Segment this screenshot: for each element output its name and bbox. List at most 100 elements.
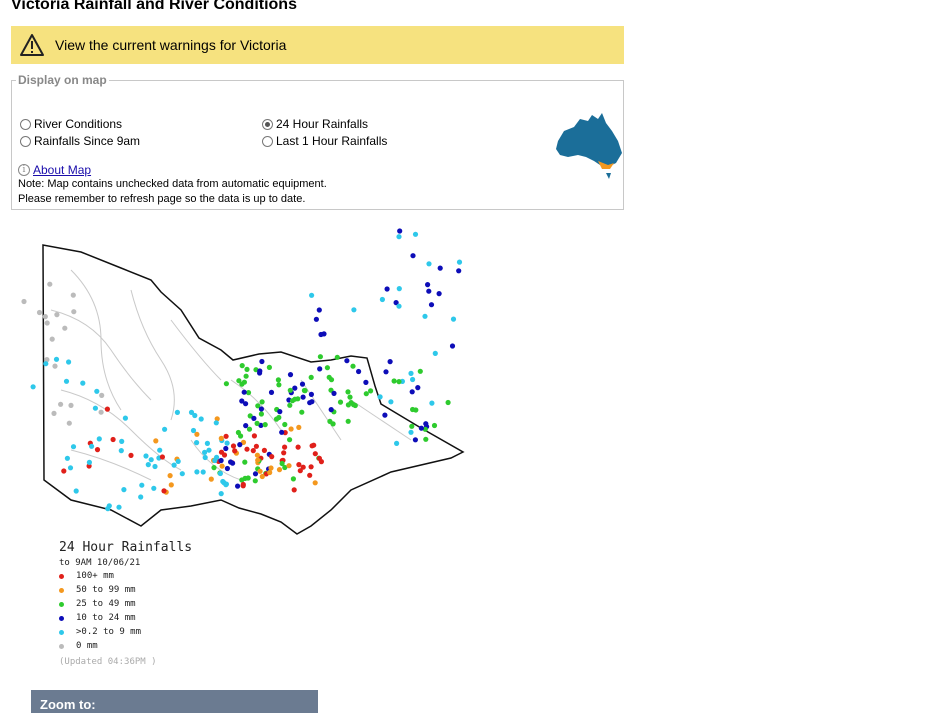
rain-gauge-dot[interactable] (104, 406, 110, 412)
rain-gauge-dot[interactable] (224, 440, 230, 446)
rain-gauge-dot[interactable] (431, 422, 438, 429)
rain-gauge-dot[interactable] (70, 444, 77, 450)
rain-gauge-dot[interactable] (313, 316, 319, 322)
rain-gauge-dot[interactable] (316, 455, 322, 461)
rain-gauge-dot[interactable] (70, 292, 76, 298)
rain-gauge-dot[interactable] (351, 307, 357, 313)
rain-gauge-dot[interactable] (175, 458, 181, 464)
rain-gauge-dot[interactable] (300, 394, 306, 400)
rain-gauge-dot[interactable] (213, 420, 219, 426)
rain-gauge-dot[interactable] (345, 418, 351, 424)
rain-gauge-dot[interactable] (301, 387, 307, 394)
option-24-hour-rainfalls[interactable]: 24 Hour Rainfalls (262, 117, 368, 131)
about-map[interactable]: i About Map (18, 163, 91, 177)
rain-gauge-dot[interactable] (449, 343, 456, 349)
rain-gauge-dot[interactable] (347, 394, 353, 400)
rain-gauge-dot[interactable] (426, 288, 432, 294)
rain-gauge-dot[interactable] (253, 443, 259, 449)
rain-gauge-dot[interactable] (300, 464, 306, 470)
rain-gauge-dot[interactable] (337, 399, 344, 405)
rain-gauge-dot[interactable] (387, 359, 393, 365)
rain-gauge-dot[interactable] (287, 402, 293, 408)
rain-gauge-dot[interactable] (410, 406, 416, 413)
rain-gauge-dot[interactable] (243, 401, 249, 407)
rain-gauge-dot[interactable] (388, 399, 394, 405)
rain-gauge-dot[interactable] (206, 447, 212, 453)
rain-gauge-dot[interactable] (99, 392, 105, 398)
rain-gauge-dot[interactable] (252, 471, 259, 477)
rain-gauge-dot[interactable] (262, 422, 268, 428)
rain-gauge-dot[interactable] (287, 387, 293, 393)
rain-gauge-dot[interactable] (258, 406, 264, 412)
rain-gauge-dot[interactable] (44, 320, 50, 326)
rain-gauge-dot[interactable] (279, 460, 285, 467)
rain-gauge-dot[interactable] (145, 462, 151, 468)
rain-gauge-dot[interactable] (412, 231, 419, 237)
rain-gauge-dot[interactable] (410, 376, 416, 383)
rain-gauge-dot[interactable] (331, 390, 337, 396)
rain-gauge-dot[interactable] (179, 471, 185, 477)
rain-gauge-dot[interactable] (106, 503, 112, 509)
rain-gauge-dot[interactable] (316, 307, 322, 313)
rain-gauge-dot[interactable] (261, 447, 267, 453)
rain-gauge-dot[interactable] (167, 473, 173, 479)
rain-gauge-dot[interactable] (94, 447, 101, 453)
rain-gauge-dot[interactable] (290, 476, 296, 482)
rain-gauge-dot[interactable] (159, 454, 165, 460)
rain-gauge-dot[interactable] (257, 368, 263, 374)
about-map-link[interactable]: About Map (33, 163, 91, 177)
rain-gauge-dot[interactable] (223, 482, 229, 488)
rain-gauge-dot[interactable] (252, 478, 258, 484)
rain-gauge-dot[interactable] (66, 359, 72, 365)
rain-gauge-dot[interactable] (334, 354, 340, 360)
rain-gauge-dot[interactable] (110, 436, 116, 443)
rain-gauge-dot[interactable] (21, 298, 27, 305)
rain-gauge-dot[interactable] (409, 423, 415, 429)
rain-gauge-dot[interactable] (317, 366, 323, 372)
rain-gauge-dot[interactable] (192, 412, 198, 419)
rain-gauge-dot[interactable] (224, 465, 230, 472)
rain-gauge-dot[interactable] (200, 469, 206, 475)
rain-gauge-dot[interactable] (432, 350, 438, 356)
rain-gauge-dot[interactable] (217, 470, 223, 477)
rain-gauge-dot[interactable] (318, 331, 324, 338)
rain-gauge-dot[interactable] (194, 469, 200, 475)
rain-gauge-dot[interactable] (309, 292, 315, 298)
rain-gauge-dot[interactable] (282, 444, 288, 450)
rain-gauge-dot[interactable] (259, 399, 265, 405)
rain-gauge-dot[interactable] (148, 457, 154, 463)
rain-gauge-dot[interactable] (308, 391, 314, 397)
rain-gauge-dot[interactable] (422, 313, 428, 319)
rain-gauge-dot[interactable] (259, 473, 265, 480)
rain-gauge-dot[interactable] (240, 483, 246, 489)
rain-gauge-dot[interactable] (168, 482, 174, 488)
rain-gauge-dot[interactable] (391, 378, 397, 384)
rain-gauge-dot[interactable] (228, 459, 234, 465)
rain-gauge-dot[interactable] (242, 475, 248, 481)
rain-gauge-dot[interactable] (269, 454, 275, 460)
rain-gauge-dot[interactable] (410, 253, 416, 259)
rain-gauge-dot[interactable] (308, 374, 314, 380)
rain-gauge-dot[interactable] (423, 436, 429, 442)
rain-gauge-dot[interactable] (445, 399, 451, 406)
rain-gauge-dot[interactable] (223, 433, 229, 439)
rain-gauge-dot[interactable] (426, 261, 432, 267)
rain-gauge-dot[interactable] (317, 354, 323, 360)
rain-gauge-dot[interactable] (286, 463, 292, 469)
rain-gauge-dot[interactable] (408, 429, 414, 435)
rain-gauge-dot[interactable] (257, 468, 263, 474)
rain-gauge-dot[interactable] (266, 364, 272, 370)
rain-gauge-dot[interactable] (255, 457, 261, 463)
rain-gauge-dot[interactable] (202, 454, 208, 461)
rain-gauge-dot[interactable] (243, 373, 249, 379)
rain-gauge-dot[interactable] (417, 368, 423, 374)
rain-gauge-dot[interactable] (299, 381, 306, 387)
rain-gauge-dot[interactable] (67, 465, 74, 471)
rain-gauge-dot[interactable] (241, 379, 247, 385)
rain-gauge-dot[interactable] (292, 396, 298, 402)
rain-gauge-dot[interactable] (281, 450, 287, 456)
rain-gauge-dot[interactable] (328, 407, 334, 413)
rain-gauge-dot[interactable] (396, 303, 402, 309)
rain-gauge-dot[interactable] (242, 459, 248, 465)
rain-gauge-dot[interactable] (250, 448, 256, 454)
